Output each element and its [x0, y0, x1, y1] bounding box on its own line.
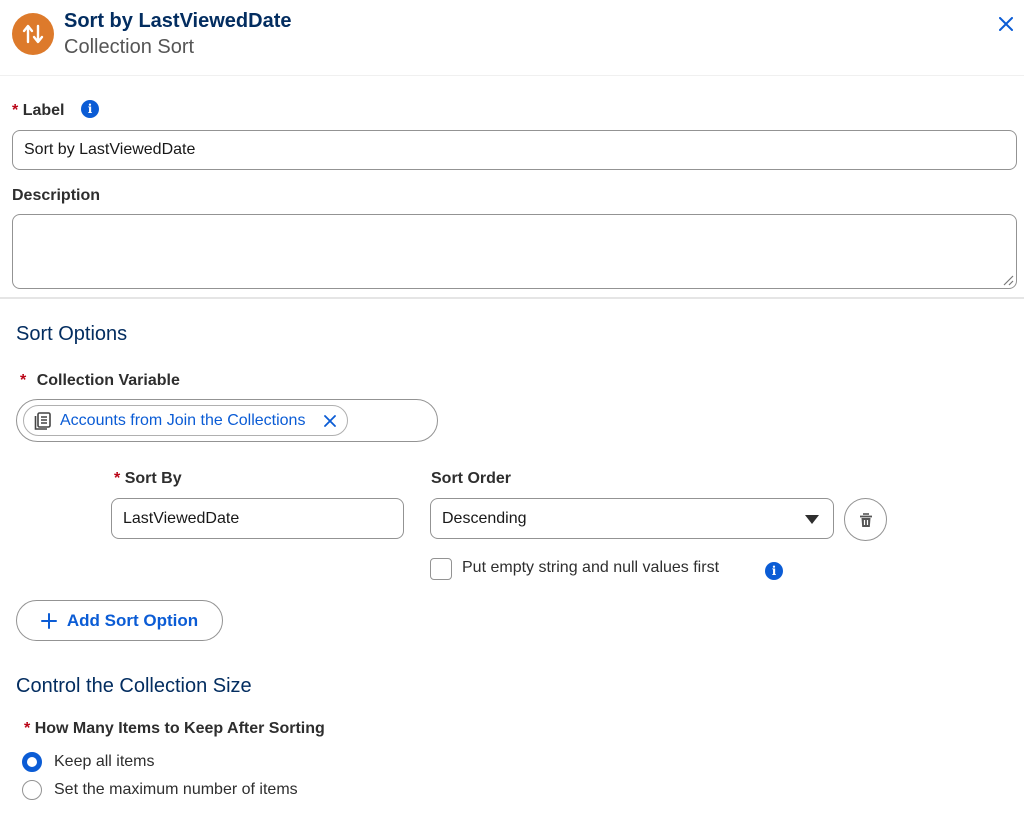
label-field-label: * Label: [12, 102, 64, 120]
close-icon: [999, 17, 1013, 31]
section-divider: [0, 297, 1024, 299]
sort-options-heading: Sort Options: [16, 323, 128, 345]
add-sort-option-label: Add Sort Option: [66, 610, 199, 630]
panel-title: Sort by LastViewedDate: [64, 10, 292, 32]
info-icon[interactable]: i: [765, 562, 783, 580]
collection-variable-text: Collection Variable: [36, 372, 180, 389]
sort-by-input[interactable]: LastViewedDate: [111, 498, 404, 539]
required-marker: *: [20, 372, 27, 389]
sort-by-value: LastViewedDate: [123, 509, 240, 527]
trash-icon: [859, 512, 872, 527]
collection-variable-label: * Collection Variable: [20, 372, 180, 390]
set-maximum-items-label: Set the maximum number of items: [54, 781, 298, 798]
panel-subtitle: Collection Sort: [64, 36, 195, 58]
sort-order-value: Descending: [442, 509, 527, 527]
close-icon: [324, 415, 336, 427]
description-label: Description: [12, 187, 101, 204]
label-input[interactable]: Sort by LastViewedDate: [12, 130, 1017, 170]
sort-by-text: Sort By: [124, 470, 182, 487]
caret-down-icon: [805, 515, 819, 524]
items-to-keep-text: How Many Items to Keep After Sorting: [34, 720, 325, 737]
collection-size-heading: Control the Collection Size: [16, 675, 252, 697]
info-icon[interactable]: i: [81, 100, 99, 118]
description-textarea[interactable]: [12, 214, 1017, 289]
sort-arrows-icon: [12, 13, 54, 55]
close-button[interactable]: [994, 12, 1018, 36]
set-maximum-items-radio[interactable]: [22, 780, 42, 800]
required-marker: *: [24, 720, 31, 737]
null-values-first-checkbox[interactable]: [430, 558, 452, 580]
add-sort-option-button[interactable]: Add Sort Option: [16, 600, 223, 641]
null-values-first-label: Put empty string and null values first: [462, 559, 720, 576]
remove-pill-button[interactable]: [321, 412, 339, 430]
sort-order-select[interactable]: Descending: [430, 498, 834, 539]
keep-all-items-label: Keep all items: [54, 753, 155, 770]
required-marker: *: [12, 102, 19, 119]
panel-header: Sort by LastViewedDate Collection Sort: [0, 0, 1024, 76]
sort-order-label: Sort Order: [431, 470, 512, 487]
pill-label: Accounts from Join the Collections: [60, 411, 306, 429]
required-marker: *: [114, 470, 121, 487]
record-collection-icon: [34, 411, 51, 430]
delete-sort-option-button[interactable]: [844, 498, 887, 541]
keep-all-items-radio[interactable]: [22, 752, 42, 772]
collection-variable-pill[interactable]: Accounts from Join the Collections: [23, 405, 348, 436]
items-to-keep-label: * How Many Items to Keep After Sorting: [24, 720, 325, 738]
label-input-value: Sort by LastViewedDate: [24, 141, 196, 158]
label-field-text: Label: [22, 102, 65, 119]
plus-icon: [40, 612, 57, 629]
collection-variable-lookup[interactable]: Accounts from Join the Collections: [16, 399, 438, 442]
sort-by-label: * Sort By: [114, 470, 182, 488]
resize-grip-icon[interactable]: [1002, 274, 1014, 286]
